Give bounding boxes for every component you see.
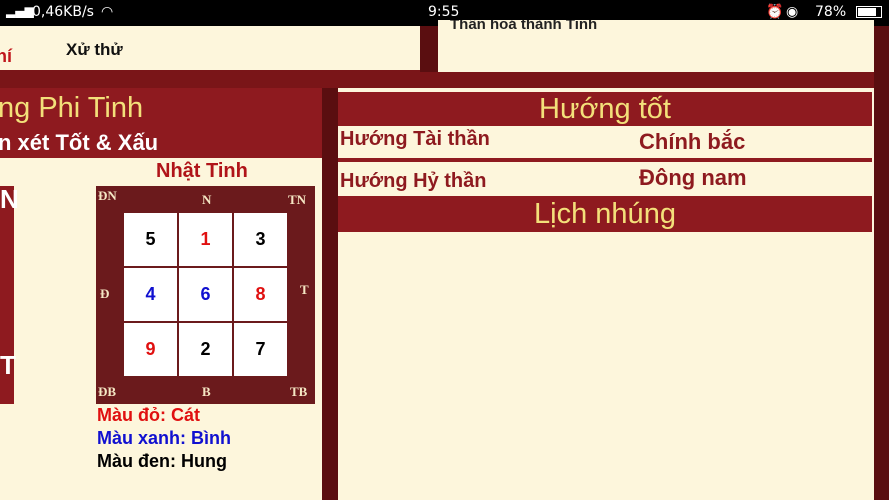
dir-left: Đ	[100, 286, 110, 301]
grid-cell: 8	[233, 267, 288, 322]
top-left-label: hí	[0, 46, 12, 66]
direction-row: Hướng Tài thần Chính bắc	[338, 126, 872, 158]
eye-icon: ◉	[786, 4, 799, 20]
dir-top: N	[202, 192, 212, 207]
grid-cell: 6	[178, 267, 233, 322]
dir-right: T	[300, 282, 309, 297]
star-grid: 5 1 3 4 6 8 9 2 7	[123, 212, 288, 377]
legend-item-blue: Màu xanh: Bình	[97, 428, 231, 448]
grid-cell: 5	[123, 212, 178, 267]
dir-bottom: B	[202, 384, 211, 399]
grid-cell: 4	[123, 267, 178, 322]
row-value-hy-than: Đông nam	[639, 165, 747, 190]
left-letter-t: T	[0, 350, 16, 380]
clock: 9:55	[428, 4, 460, 20]
xu-thu-label: Xử thử	[66, 40, 123, 59]
dir-top-left: ĐN	[98, 188, 117, 203]
phi-tinh-title: ng Phi Tinh	[0, 92, 144, 124]
dir-bottom-left: ĐB	[98, 384, 117, 399]
signal-icon: ▂▄▆	[6, 4, 34, 18]
alarm-icon: ⏰	[766, 4, 784, 20]
direction-row: Hướng Hỷ thần Đông nam	[338, 162, 872, 196]
top-right-box: Thần hoá thành Tinh	[438, 20, 874, 72]
row-label-hy-than: Hướng Hỷ thần	[340, 170, 487, 192]
embed-calendar-header: Lịch nhúng	[338, 196, 872, 232]
legend-item-red: Màu đỏ: Cát	[97, 405, 200, 425]
wifi-icon: ◠	[101, 4, 114, 20]
good-direction-header: Hướng tốt	[338, 92, 872, 126]
left-title-bar: ng Phi Tinh n xét Tốt & Xấu	[0, 88, 322, 158]
row-value-tai-than: Chính bắc	[639, 129, 746, 154]
dir-bottom-right: TB	[290, 384, 308, 399]
top-right-edge	[874, 26, 889, 500]
row-label-tai-than: Hướng Tài thần	[340, 128, 490, 150]
embed-calendar-title: Lịch nhúng	[534, 198, 676, 230]
top-left-box: hí Xử thử	[0, 26, 420, 70]
grid-cell: 1	[178, 212, 233, 267]
phi-tinh-subtitle: n xét Tốt & Xấu	[0, 130, 159, 155]
legend-item-black: Màu đen: Hung	[97, 451, 227, 471]
good-direction-title: Hướng tốt	[539, 93, 671, 125]
horizontal-band	[0, 72, 874, 88]
star-grid-frame: ĐN N TN Đ T ĐB B TB 5 1 3 4 6 8 9 2 7	[96, 186, 315, 404]
grid-cell: 7	[233, 322, 288, 377]
color-legend: Màu đỏ: Cát Màu xanh: Bình Màu đen: Hung	[97, 404, 231, 473]
grid-cell: 3	[233, 212, 288, 267]
nhat-tinh-title: Nhật Tinh	[156, 160, 248, 182]
grid-cell: 9	[123, 322, 178, 377]
left-letter-n: N	[0, 184, 19, 214]
grid-cell: 2	[178, 322, 233, 377]
dir-top-right: TN	[288, 192, 307, 207]
network-speed: 0,46KB/s	[32, 4, 94, 20]
top-divider	[420, 26, 438, 74]
middle-divider	[322, 88, 338, 500]
battery-level: 78%	[815, 4, 847, 20]
top-right-cut-text: Thần hoá thành Tinh	[450, 20, 598, 33]
battery-icon	[856, 6, 882, 18]
